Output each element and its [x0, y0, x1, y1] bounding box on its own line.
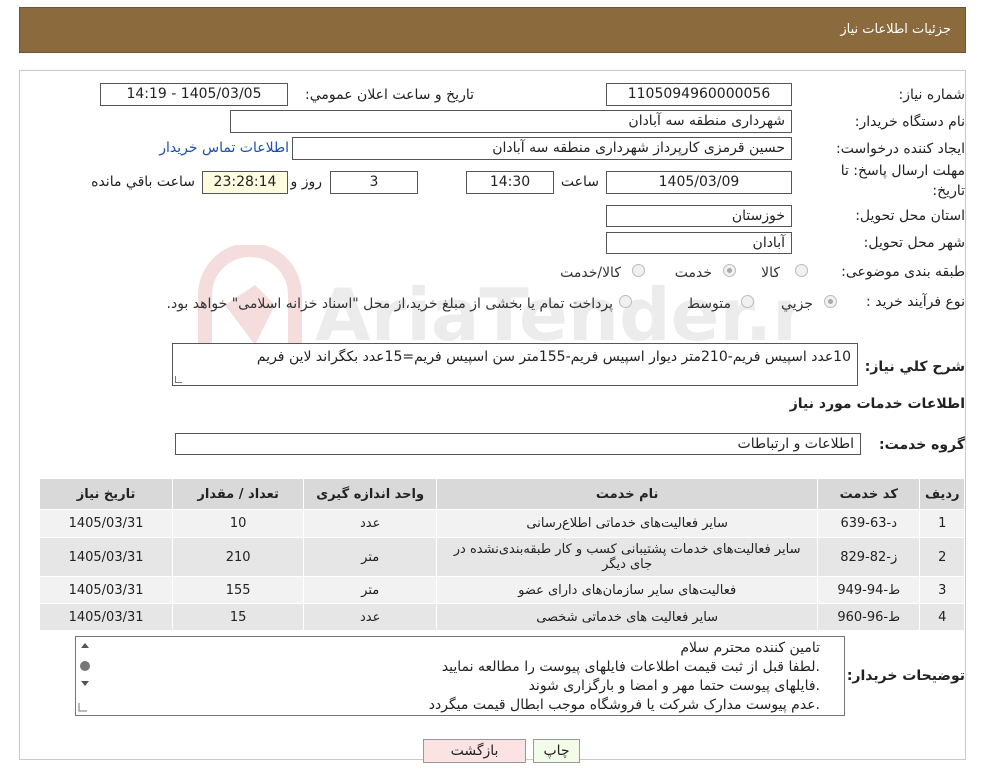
category-goods-service-label: کالا/خدمت — [560, 265, 621, 281]
deadline-label: مهلت ارسال پاسخ: تا — [840, 163, 965, 179]
row-code: ط-96-960 — [817, 603, 921, 631]
process-label: نوع فرآیند خرید : — [866, 294, 965, 310]
province-field: خوزستان — [606, 205, 792, 227]
row-index: 4 — [919, 603, 965, 631]
row-service-name: سایر فعالیت‌های خدماتی اطلاع‌رسانی — [436, 509, 819, 538]
row-qty: 155 — [172, 576, 305, 604]
category-goods-service-radio[interactable] — [632, 264, 645, 277]
row-qty: 10 — [172, 509, 305, 538]
row-unit: عدد — [303, 509, 438, 538]
table-row: 1 د-63-639 سایر فعالیت‌های خدماتی اطلاع‌… — [38, 509, 965, 538]
city-label: شهر محل تحویل: — [863, 235, 965, 251]
col-index: ردیف — [919, 478, 965, 510]
province-label: استان محل تحویل: — [855, 208, 965, 224]
print-button[interactable]: چاپ — [533, 739, 580, 763]
row-unit: متر — [303, 537, 438, 577]
col-name: نام خدمت — [436, 478, 819, 510]
scroll-thumb[interactable] — [80, 661, 90, 671]
table-row: 2 ز-82-829 سایر فعالیت‌های خدمات پشتیبان… — [38, 537, 965, 577]
buyer-org-label: نام دستگاه خریدار: — [854, 114, 965, 130]
table-row: 3 ط-94-949 فعالیت‌های سایر سازمان‌های دا… — [38, 576, 965, 604]
creator-field: حسین قرمزی کارپرداز شهرداری منطقه سه آبا… — [292, 137, 792, 160]
remaining-label: ساعت باقي مانده — [91, 174, 195, 190]
row-code: ز-82-829 — [817, 537, 921, 577]
row-index: 1 — [919, 509, 965, 538]
row-date: 1405/03/31 — [38, 509, 174, 538]
buyer-notes-textarea[interactable]: تامین کننده محترم سلام .لطفا قبل از ثبت … — [75, 636, 845, 716]
scroll-up-icon[interactable] — [81, 643, 89, 648]
category-service-label: خدمت — [674, 265, 712, 281]
treasury-checkbox[interactable] — [619, 295, 632, 308]
page-header: جزئیات اطلاعات نیاز — [19, 7, 966, 53]
note-line: .فایلهای پیوست حتما مهر و امضا و بارگزار… — [528, 678, 820, 694]
notes-scrollbar[interactable] — [76, 637, 94, 715]
row-code: ط-94-949 — [817, 576, 921, 604]
row-qty: 15 — [172, 603, 305, 631]
table-row: 4 ط-96-960 سایر فعالیت های خدماتی شخصی ع… — [38, 603, 965, 631]
category-label: طبقه بندی موضوعی: — [841, 264, 965, 280]
row-service-name: سایر فعالیت‌های خدمات پشتیبانی کسب و کار… — [436, 537, 819, 577]
remaining-time-field: 23:28:14 — [202, 171, 288, 194]
process-minor-radio[interactable] — [824, 295, 837, 308]
row-code: د-63-639 — [817, 509, 921, 538]
need-number-field: 1105094960000056 — [606, 83, 792, 106]
row-service-name: فعالیت‌های سایر سازمان‌های دارای عضو — [436, 576, 819, 604]
deadline-date-field: 1405/03/09 — [606, 171, 792, 194]
resize-handle-icon[interactable] — [175, 376, 182, 383]
resize-handle-icon[interactable] — [78, 703, 87, 712]
row-qty: 210 — [172, 537, 305, 577]
deadline-label-2: تاریخ: — [932, 183, 965, 199]
buyer-notes-label: توضیحات خریدار: — [846, 668, 965, 684]
scroll-down-icon[interactable] — [81, 681, 89, 686]
treasury-note: پرداخت تمام یا بخشی از مبلغ خرید،از محل … — [166, 296, 613, 312]
col-unit: واحد اندازه گیری — [303, 478, 438, 510]
row-index: 3 — [919, 576, 965, 604]
need-number-label: شماره نیاز: — [898, 87, 966, 103]
process-medium-radio[interactable] — [741, 295, 754, 308]
col-qty: تعداد / مقدار — [172, 478, 305, 510]
city-field: آبادان — [606, 232, 792, 254]
row-service-name: سایر فعالیت های خدماتی شخصی — [436, 603, 819, 631]
summary-label: شرح کلي نياز: — [864, 359, 965, 375]
deadline-hour-label: ساعت — [560, 174, 599, 190]
row-index: 2 — [919, 537, 965, 577]
service-group-field: اطلاعات و ارتباطات — [175, 433, 861, 455]
announce-field: 1405/03/05 - 14:19 — [100, 83, 288, 106]
service-group-label: گروه خدمت: — [879, 437, 965, 453]
days-label: روز و — [290, 174, 323, 190]
back-button[interactable]: بازگشت — [423, 739, 526, 763]
days-field: 3 — [330, 171, 418, 194]
process-minor-label: جزیي — [781, 296, 813, 312]
note-line: تامین کننده محترم سلام — [680, 640, 820, 656]
process-medium-label: متوسط — [687, 296, 731, 312]
creator-label: ايجاد کننده درخواست: — [836, 141, 965, 157]
row-date: 1405/03/31 — [38, 576, 174, 604]
page-title: جزئیات اطلاعات نیاز — [840, 22, 951, 37]
table-header-row: ردیف کد خدمت نام خدمت واحد اندازه گیری ت… — [38, 478, 965, 510]
announce-label: تاريخ و ساعت اعلان عمومي: — [305, 87, 474, 103]
note-line: .لطفا قبل از ثبت قیمت اطلاعات فایلهای پی… — [441, 659, 820, 675]
deadline-time-field: 14:30 — [466, 171, 554, 194]
category-goods-label: کالا — [761, 265, 780, 281]
col-date: تاریخ نیاز — [38, 478, 174, 510]
category-service-radio[interactable] — [723, 264, 736, 277]
services-table: ردیف کد خدمت نام خدمت واحد اندازه گیری ت… — [38, 478, 965, 631]
row-unit: عدد — [303, 603, 438, 631]
row-date: 1405/03/31 — [38, 603, 174, 631]
buyer-org-field: شهرداری منطقه سه آبادان — [230, 110, 792, 133]
row-unit: متر — [303, 576, 438, 604]
services-section-title: اطلاعات خدمات مورد نياز — [789, 396, 965, 412]
summary-textarea[interactable]: 10عدد اسپیس فریم-210متر دیوار اسپیس فریم… — [172, 343, 858, 386]
category-goods-radio[interactable] — [795, 264, 808, 277]
col-code: کد خدمت — [817, 478, 921, 510]
buyer-contact-link[interactable]: اطلاعات تماس خریدار — [159, 140, 289, 156]
row-date: 1405/03/31 — [38, 537, 174, 577]
note-line: .عدم پیوست مدارک شرکت یا فروشگاه موجب اب… — [428, 697, 820, 713]
